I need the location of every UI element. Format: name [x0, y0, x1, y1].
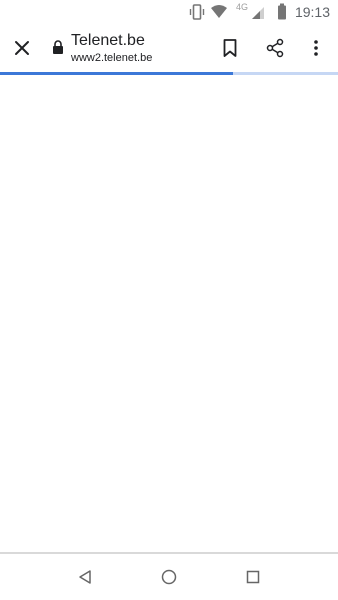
home-icon — [161, 569, 177, 585]
close-tab-button[interactable] — [6, 32, 38, 64]
page-title: Telenet.be — [71, 32, 145, 49]
title-block[interactable]: Telenet.be www2.telenet.be — [71, 32, 211, 65]
bookmark-icon — [223, 39, 237, 57]
lock-icon[interactable] — [52, 40, 64, 54]
web-content-area[interactable] — [0, 75, 338, 552]
bookmark-button[interactable] — [214, 32, 246, 64]
battery-icon — [278, 3, 286, 20]
custom-tab-toolbar: Telenet.be www2.telenet.be — [0, 24, 338, 72]
recents-button[interactable] — [241, 565, 265, 589]
vibrate-icon — [189, 4, 205, 20]
more-options-button[interactable] — [300, 32, 332, 64]
wifi-icon — [211, 5, 227, 18]
system-navigation-bar — [0, 554, 338, 600]
network-type-label: 4G — [236, 2, 249, 12]
close-icon — [15, 41, 29, 55]
share-icon — [266, 38, 284, 58]
cell-signal-icon — [252, 7, 264, 19]
status-bar: 4G 19:13 — [0, 0, 338, 24]
status-time: 19:13 — [294, 4, 330, 20]
page-url: www2.telenet.be — [71, 52, 153, 64]
share-button[interactable] — [259, 32, 291, 64]
back-button[interactable] — [73, 565, 97, 589]
recents-icon — [246, 570, 260, 584]
back-icon — [79, 570, 91, 584]
home-button[interactable] — [157, 565, 181, 589]
more-vert-icon — [314, 40, 318, 56]
